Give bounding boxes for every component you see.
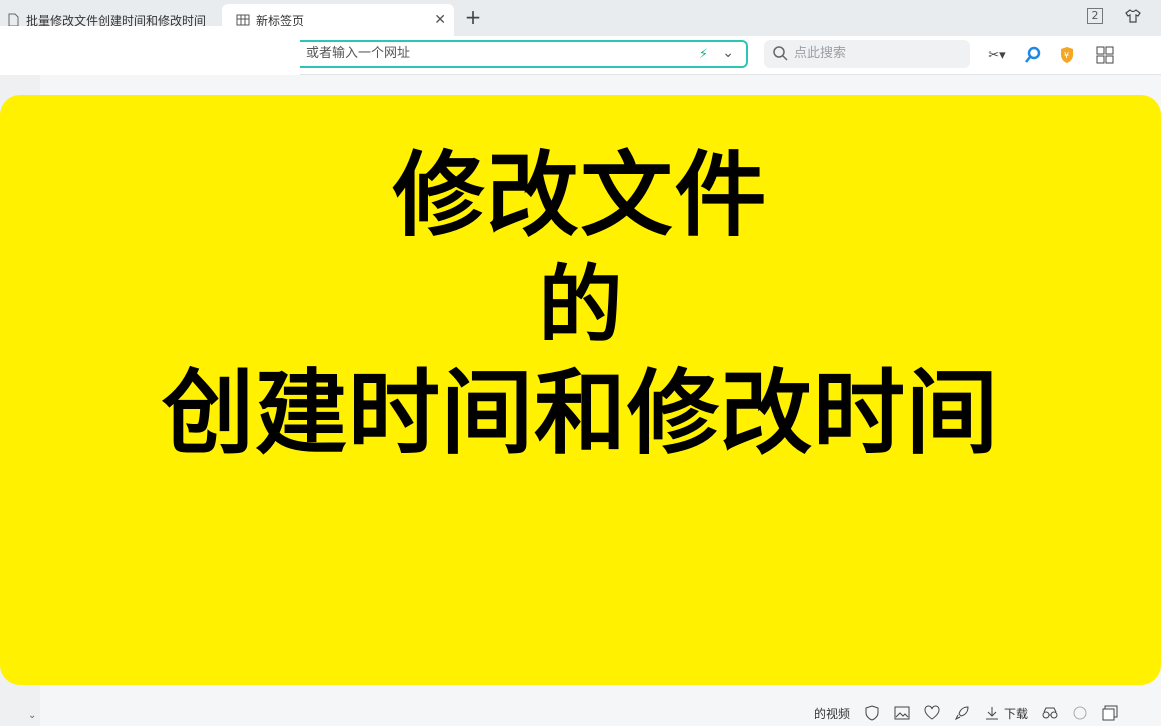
new-tab-button[interactable]: +	[462, 6, 484, 28]
browser-e-icon[interactable]	[1072, 705, 1088, 721]
glasses-icon[interactable]	[1042, 705, 1058, 721]
image-icon[interactable]	[894, 705, 910, 721]
toolbar-icons: ✂▾ ¥	[986, 45, 1116, 65]
headline-line-1: 修改文件	[392, 142, 769, 249]
address-input[interactable]	[304, 45, 668, 62]
address-bar[interactable]: ⚡ ⌄	[300, 40, 748, 68]
download-icon	[986, 707, 999, 720]
video-label: 的视频	[814, 706, 851, 721]
apps-grid-icon[interactable]	[1094, 45, 1116, 65]
headline-line-3: 创建时间和修改时间	[161, 360, 999, 467]
tab-count-badge[interactable]: 2	[1087, 8, 1103, 24]
status-bar: 的视频 下载	[814, 700, 1161, 726]
close-icon[interactable]: ✕	[434, 12, 446, 28]
document-icon	[8, 13, 19, 27]
coin-shield-icon[interactable]: ¥	[1058, 45, 1080, 65]
search-input[interactable]	[792, 45, 966, 62]
chevron-down-icon[interactable]: ⌄	[722, 45, 734, 61]
window-controls: 2	[1087, 8, 1141, 24]
video-item[interactable]: 的视频	[814, 705, 850, 722]
shirt-icon[interactable]	[1125, 8, 1141, 24]
search-box[interactable]	[764, 40, 970, 68]
collapse-chevron-icon[interactable]: ⌄	[28, 710, 36, 721]
svg-text:¥: ¥	[1064, 51, 1069, 60]
grid-page-icon	[236, 14, 250, 26]
lightning-icon[interactable]: ⚡	[699, 47, 708, 62]
download-label: 下载	[1004, 706, 1029, 721]
rocket-icon[interactable]	[954, 705, 970, 721]
search-icon	[773, 46, 788, 61]
window-icon[interactable]	[1102, 705, 1118, 721]
download-button[interactable]: 下载	[984, 705, 1028, 722]
headline-line-2: 的	[538, 256, 623, 354]
overlay-headline: 修改文件 的 创建时间和修改时间	[0, 140, 1161, 470]
heart-pulse-icon[interactable]	[924, 705, 940, 721]
shield-icon[interactable]	[864, 705, 880, 721]
magnifier-icon[interactable]	[1022, 45, 1044, 65]
scissors-icon[interactable]: ✂▾	[986, 45, 1008, 65]
